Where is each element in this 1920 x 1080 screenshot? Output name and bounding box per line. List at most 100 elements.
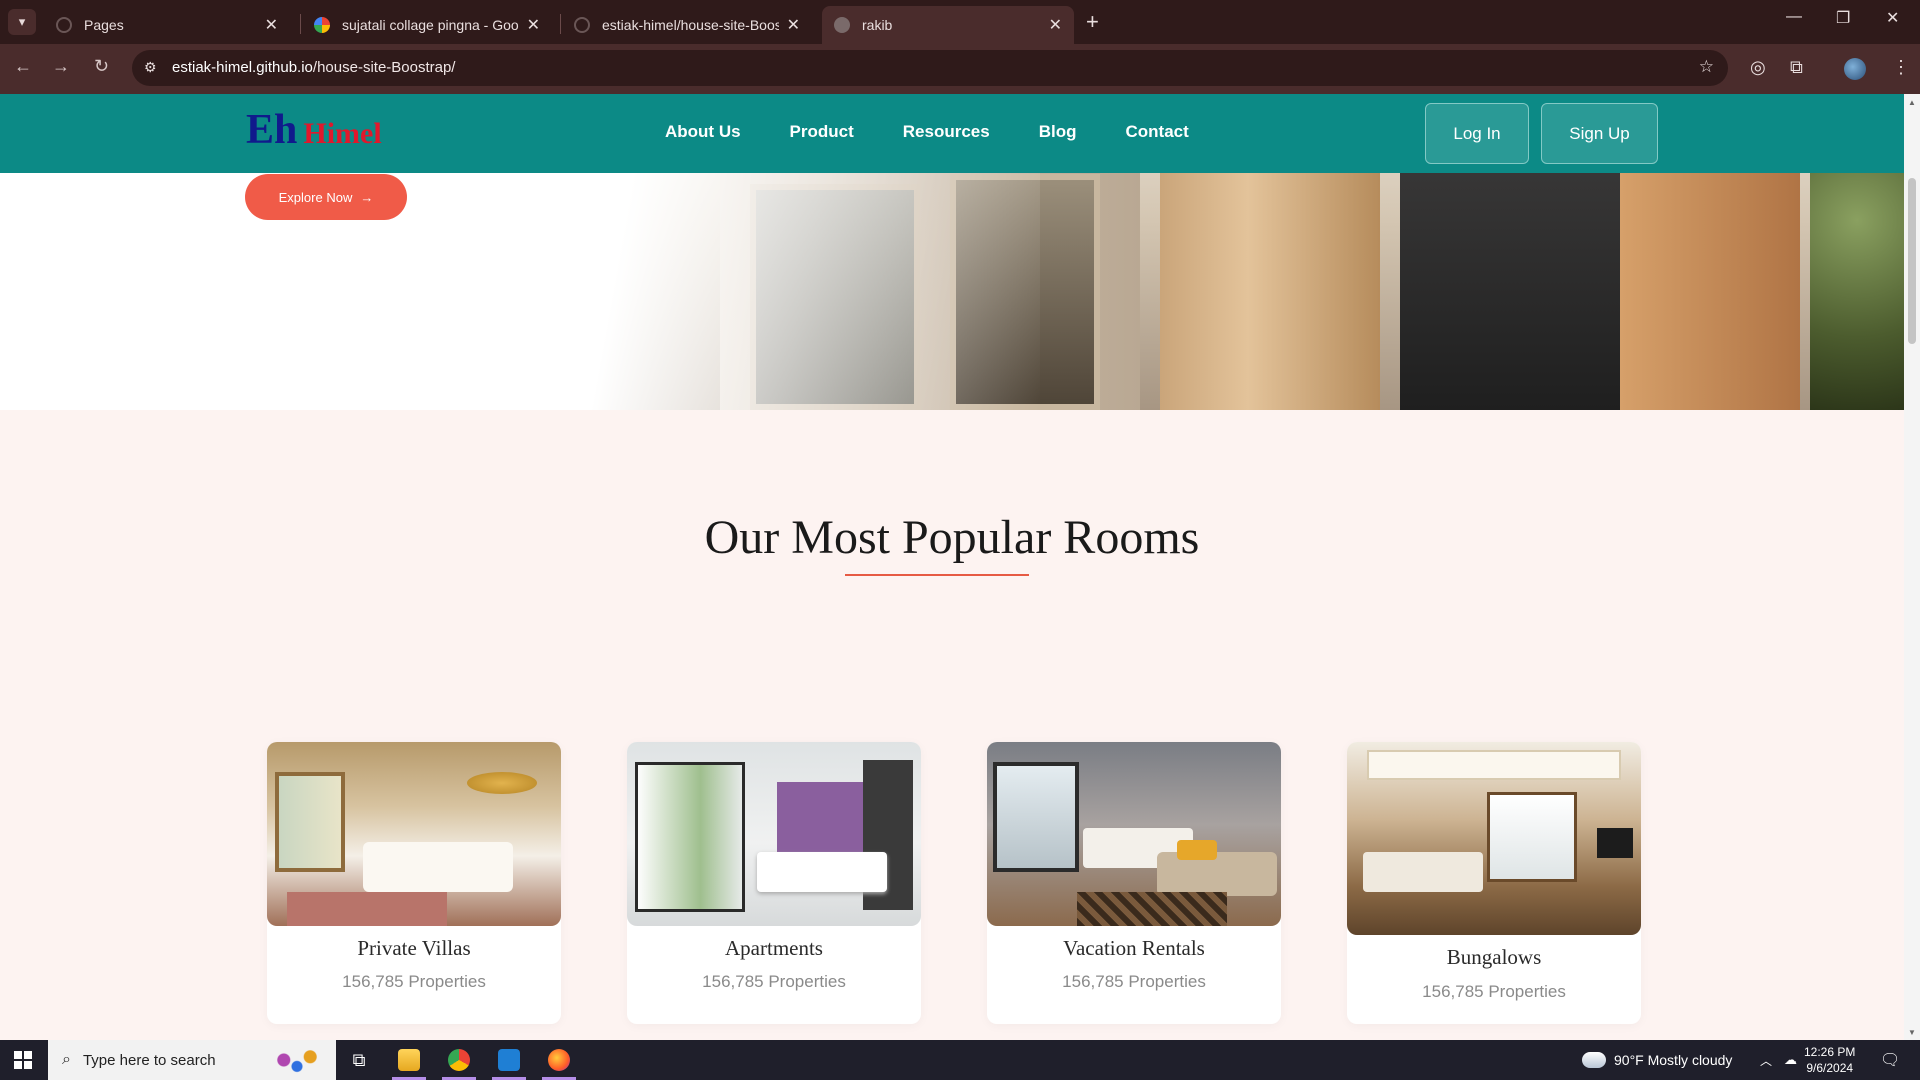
photo-tv [1597, 828, 1633, 858]
nav-blog[interactable]: Blog [1039, 122, 1077, 142]
tab-pages[interactable]: Pages ✕ [44, 6, 290, 44]
tab-github-repo[interactable]: estiak-himel/house-site-Boostra ✕ [562, 6, 812, 44]
page-scrollbar[interactable]: ▲ ▼ [1904, 94, 1920, 1040]
close-icon[interactable]: ✕ [527, 15, 540, 35]
tab-title: Pages [84, 17, 124, 33]
close-icon[interactable]: ✕ [787, 15, 800, 35]
room-count: 156,785 Properties [1422, 982, 1566, 1001]
close-icon[interactable]: ✕ [265, 15, 278, 35]
scroll-up-icon[interactable]: ▲ [1908, 98, 1916, 107]
room-card-vacation-rentals[interactable]: Vacation Rentals 156,785 Properties [987, 742, 1281, 1024]
photo-bed [1363, 852, 1483, 892]
weather-text: 90°F Mostly cloudy [1614, 1052, 1733, 1068]
new-tab-button[interactable]: + [1086, 9, 1099, 35]
globe-icon [834, 17, 850, 33]
close-icon[interactable]: ✕ [1049, 15, 1062, 35]
room-count: 156,785 Properties [342, 972, 486, 991]
logo-eh: Eh [246, 107, 298, 153]
tab-title: sujatali collage pingna - Google [342, 17, 519, 33]
task-view-button[interactable]: ⧉ [336, 1040, 382, 1080]
profile-avatar[interactable] [1844, 58, 1866, 80]
photo-window [993, 762, 1079, 872]
address-bar[interactable]: ⚙ estiak-himel.github.io/house-site-Boos… [132, 50, 1728, 86]
browser-toolbar: ← → ↻ ⚙ estiak-himel.github.io/house-sit… [0, 44, 1920, 94]
close-window-icon[interactable]: ✕ [1886, 8, 1899, 28]
tab-search-button[interactable]: ▾ [8, 9, 36, 35]
restore-icon[interactable]: ❐ [1836, 8, 1850, 28]
forward-icon[interactable]: → [52, 56, 70, 77]
google-icon [314, 17, 330, 33]
photo-wall-art [467, 772, 537, 794]
nav-links: About Us Product Resources Blog Contact [665, 122, 1189, 142]
photo-sofa [1157, 852, 1277, 896]
file-explorer-button[interactable] [386, 1040, 432, 1080]
more-menu-icon[interactable]: ⋮ [1892, 57, 1910, 78]
photo-window [1487, 792, 1577, 882]
chrome-button[interactable] [436, 1040, 482, 1080]
photo-rug [1077, 892, 1227, 926]
github-icon [56, 17, 72, 33]
login-label: Log In [1453, 123, 1501, 143]
firefox-button[interactable] [536, 1040, 582, 1080]
extension-shield-icon[interactable]: ◎ [1750, 57, 1766, 78]
nav-contact[interactable]: Contact [1126, 122, 1189, 142]
title-underline [845, 574, 1029, 576]
page-viewport: Explore Now → Eh Himel About Us Product R… [0, 94, 1904, 1040]
nav-product[interactable]: Product [790, 122, 854, 142]
tray-chevron-icon[interactable]: ︿ [1760, 1040, 1772, 1080]
logo-himel: Himel [303, 117, 382, 150]
onedrive-icon[interactable]: ☁ [1784, 1040, 1797, 1080]
chrome-icon [448, 1049, 470, 1071]
scroll-down-icon[interactable]: ▼ [1908, 1028, 1916, 1037]
minimize-icon[interactable]: — [1786, 8, 1802, 26]
signup-label: Sign Up [1569, 123, 1630, 143]
room-card-bungalows[interactable]: Bungalows 156,785 Properties [1347, 742, 1641, 1024]
login-button[interactable]: Log In [1425, 103, 1529, 164]
room-photo [987, 742, 1281, 926]
room-name: Apartments [725, 936, 823, 960]
nav-about-us[interactable]: About Us [665, 122, 741, 142]
tab-google-search[interactable]: sujatali collage pingna - Google ✕ [302, 6, 552, 44]
nav-resources[interactable]: Resources [903, 122, 990, 142]
photo-pillow [1177, 840, 1217, 860]
room-count: 156,785 Properties [1062, 972, 1206, 991]
back-icon[interactable]: ← [14, 56, 32, 77]
clock-date: 9/6/2024 [1806, 1061, 1854, 1075]
windows-start-icon[interactable] [14, 1051, 32, 1069]
photo-rug [287, 892, 447, 926]
taskbar-search-box[interactable]: ⌕ Type here to search [48, 1040, 336, 1080]
weather-widget[interactable]: 90°F Mostly cloudy [1582, 1040, 1732, 1080]
vscode-button[interactable] [486, 1040, 532, 1080]
room-name: Vacation Rentals [1063, 936, 1205, 960]
tab-rakib-active[interactable]: rakib ✕ [822, 6, 1074, 44]
bookmark-star-icon[interactable]: ☆ [1699, 57, 1714, 77]
github-icon [574, 17, 590, 33]
site-logo[interactable]: Eh Himel [246, 106, 382, 154]
windows-taskbar: ⌕ Type here to search ⧉ 90°F Mostly clou… [0, 1040, 1920, 1080]
room-card-apartments[interactable]: Apartments 156,785 Properties [627, 742, 921, 1024]
scrollbar-thumb[interactable] [1908, 178, 1916, 344]
room-name: Bungalows [1446, 945, 1542, 969]
explore-now-button[interactable]: Explore Now → [245, 174, 407, 220]
url-text[interactable]: estiak-himel.github.io/house-site-Boostr… [172, 59, 455, 76]
site-settings-icon[interactable]: ⚙ [144, 59, 157, 76]
photo-window [275, 772, 345, 872]
tab-title: rakib [862, 17, 893, 33]
cloud-icon [1582, 1052, 1606, 1068]
clock-time: 12:26 PM [1804, 1045, 1856, 1059]
photo-bed [757, 852, 887, 892]
taskbar-clock[interactable]: 12:26 PM 9/6/2024 [1804, 1044, 1855, 1076]
search-highlight-image [264, 1044, 330, 1076]
folder-icon [398, 1049, 420, 1071]
explore-now-label: Explore Now [278, 189, 353, 205]
room-name: Private Villas [357, 936, 471, 960]
section-title: Our Most Popular Rooms [704, 511, 1200, 564]
signup-button[interactable]: Sign Up [1541, 103, 1658, 164]
arrow-right-icon: → [360, 189, 374, 205]
reload-icon[interactable]: ↻ [94, 56, 109, 77]
room-card-private-villas[interactable]: Private Villas 156,785 Properties [267, 742, 561, 1024]
room-photo [267, 742, 561, 926]
extensions-puzzle-icon[interactable]: ⧉ [1790, 57, 1803, 78]
notifications-icon[interactable]: 🗨 [1880, 1040, 1900, 1080]
photo-purple-wall [777, 782, 867, 852]
